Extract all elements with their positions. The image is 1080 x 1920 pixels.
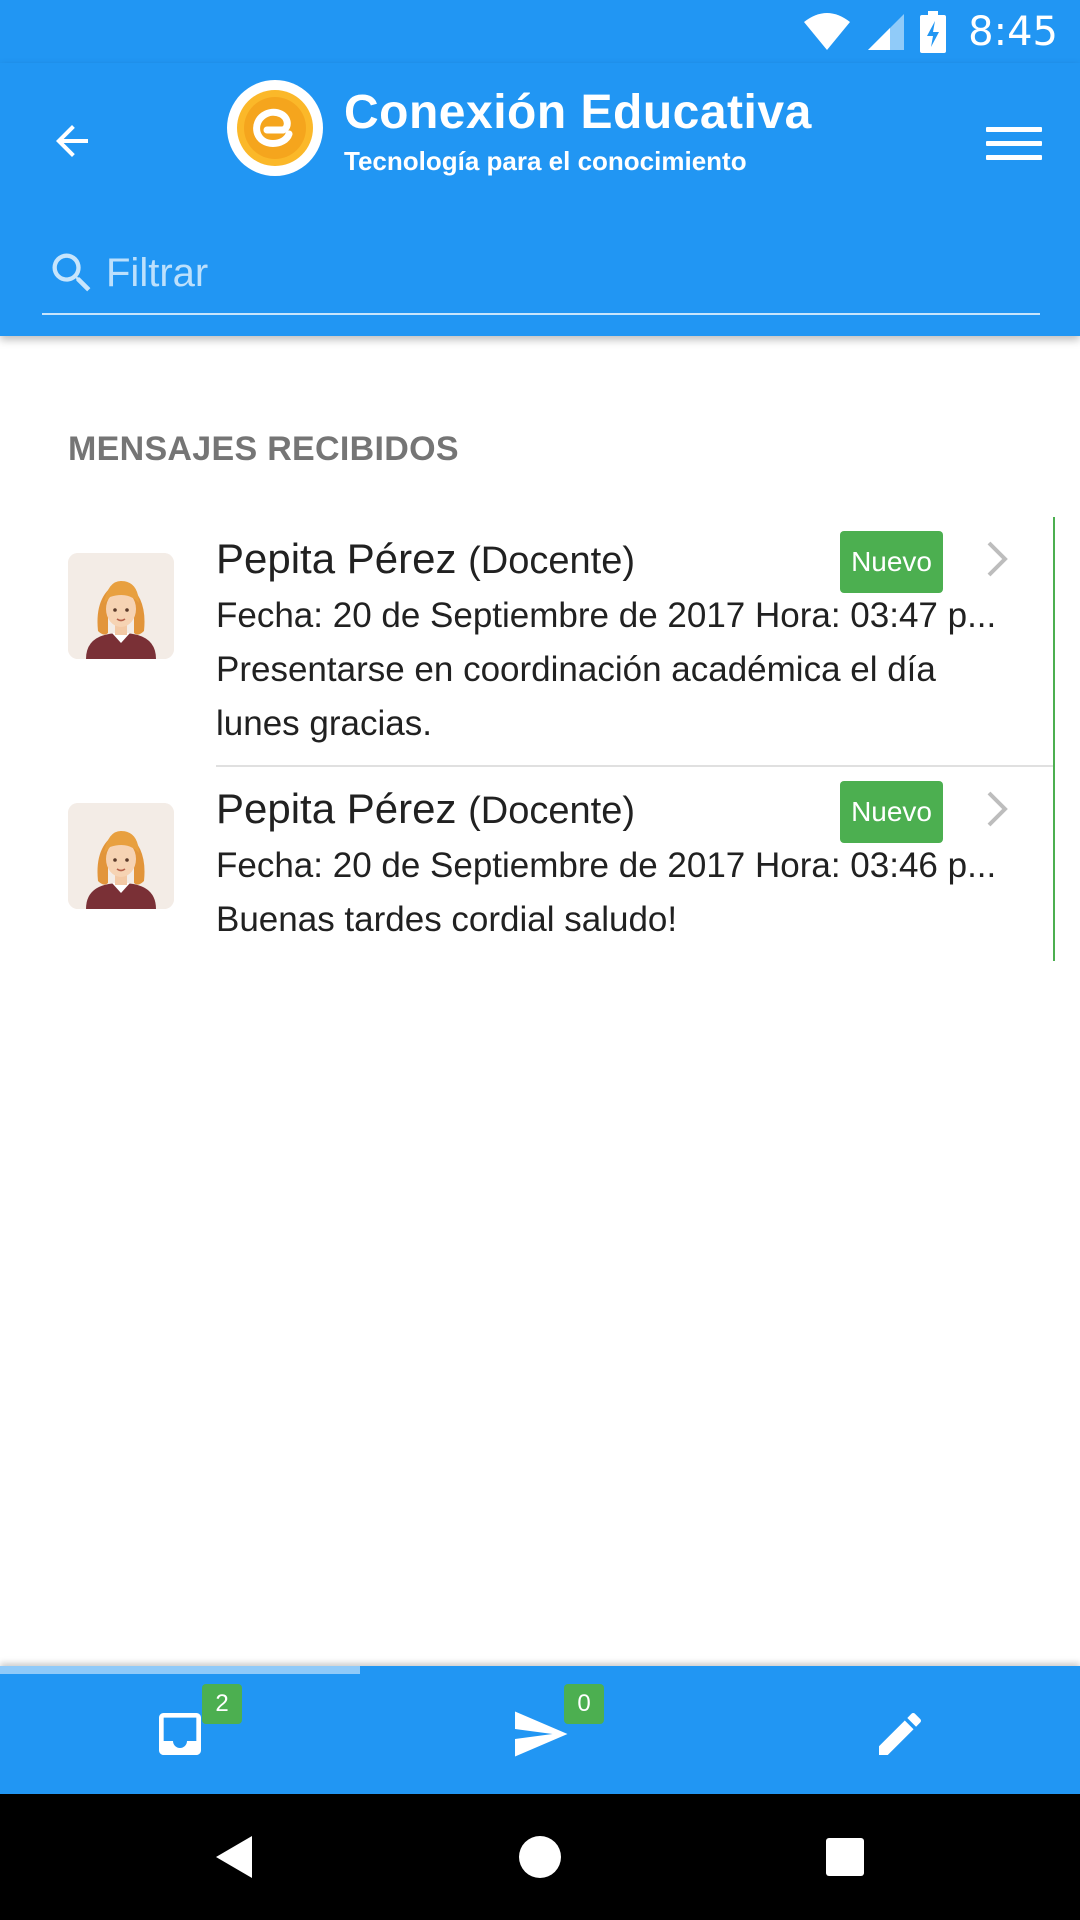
tab-inbox[interactable]: 2 bbox=[0, 1674, 360, 1794]
inbox-icon bbox=[159, 1713, 201, 1755]
list-item[interactable]: Pepita Pérez (Docente) Fecha: 20 de Sept… bbox=[0, 767, 1053, 961]
filter-input[interactable] bbox=[102, 238, 1040, 308]
hamburger-menu-icon bbox=[986, 126, 1042, 132]
status-time: 8:45 bbox=[968, 9, 1058, 55]
avatar bbox=[68, 553, 174, 659]
avatar bbox=[68, 803, 174, 909]
new-badge: Nuevo bbox=[840, 531, 943, 593]
message-body: Pepita Pérez (Docente) Fecha: 20 de Sept… bbox=[216, 517, 1053, 767]
message-list: Pepita Pérez (Docente) Fecha: 20 de Sept… bbox=[0, 517, 1055, 961]
new-badge: Nuevo bbox=[840, 781, 943, 843]
section-title: MENSAJES RECIBIDOS bbox=[68, 430, 459, 468]
sender-role: (Docente) bbox=[468, 790, 635, 832]
send-icon bbox=[515, 1711, 568, 1757]
triangle-back-icon bbox=[216, 1836, 252, 1878]
sent-count-badge: 0 bbox=[564, 1684, 604, 1724]
arrow-left-icon bbox=[56, 125, 88, 157]
battery-charging-icon bbox=[920, 11, 947, 53]
chevron-right-icon bbox=[977, 539, 1017, 579]
app-header: Conexión Educativa Tecnología para el co… bbox=[0, 63, 1080, 336]
square-recents-icon bbox=[826, 1838, 864, 1876]
hamburger-line bbox=[986, 154, 1042, 160]
status-bar: 8:45 bbox=[0, 0, 1080, 63]
pencil-icon bbox=[879, 1712, 922, 1755]
nav-recents-button[interactable] bbox=[812, 1824, 878, 1890]
wifi-icon bbox=[804, 13, 851, 50]
tab-sent[interactable]: 0 bbox=[360, 1674, 720, 1794]
signal-icon bbox=[868, 14, 905, 50]
back-button[interactable] bbox=[40, 109, 104, 173]
sender-role: (Docente) bbox=[468, 540, 635, 582]
conexion-educativa-logo bbox=[237, 90, 313, 166]
search-icon bbox=[42, 243, 102, 303]
bottom-tab-bar: 2 0 bbox=[0, 1666, 1080, 1794]
nav-back-button[interactable] bbox=[202, 1824, 268, 1890]
chevron-right-icon bbox=[977, 789, 1017, 829]
message-date: Fecha: 20 de Septiembre de 2017 Hora: 03… bbox=[216, 596, 997, 635]
sender-name: Pepita Pérez bbox=[216, 535, 457, 582]
list-item[interactable]: Pepita Pérez (Docente) Fecha: 20 de Sept… bbox=[0, 517, 1053, 767]
hamburger-line bbox=[986, 140, 1042, 146]
message-text: Presentarse en coordinación académica el… bbox=[216, 650, 936, 743]
nav-home-button[interactable] bbox=[507, 1824, 573, 1890]
active-tab-indicator bbox=[0, 1666, 360, 1674]
message-body: Pepita Pérez (Docente) Fecha: 20 de Sept… bbox=[216, 767, 1053, 961]
brand: Conexión Educativa Tecnología para el co… bbox=[344, 83, 812, 179]
app-title: Conexión Educativa bbox=[344, 86, 812, 139]
circle-home-icon bbox=[519, 1836, 561, 1878]
menu-button[interactable] bbox=[986, 115, 1042, 171]
app-subtitle: Tecnología para el conocimiento bbox=[344, 146, 747, 176]
inbox-count-badge: 2 bbox=[202, 1684, 242, 1724]
app-logo bbox=[227, 80, 323, 176]
sender-name: Pepita Pérez bbox=[216, 785, 457, 832]
filter-field bbox=[42, 233, 1040, 315]
message-text: Buenas tardes cordial saludo! bbox=[216, 900, 678, 939]
tab-compose[interactable] bbox=[720, 1674, 1080, 1794]
message-date: Fecha: 20 de Septiembre de 2017 Hora: 03… bbox=[216, 846, 997, 885]
system-nav-bar bbox=[0, 1794, 1080, 1920]
